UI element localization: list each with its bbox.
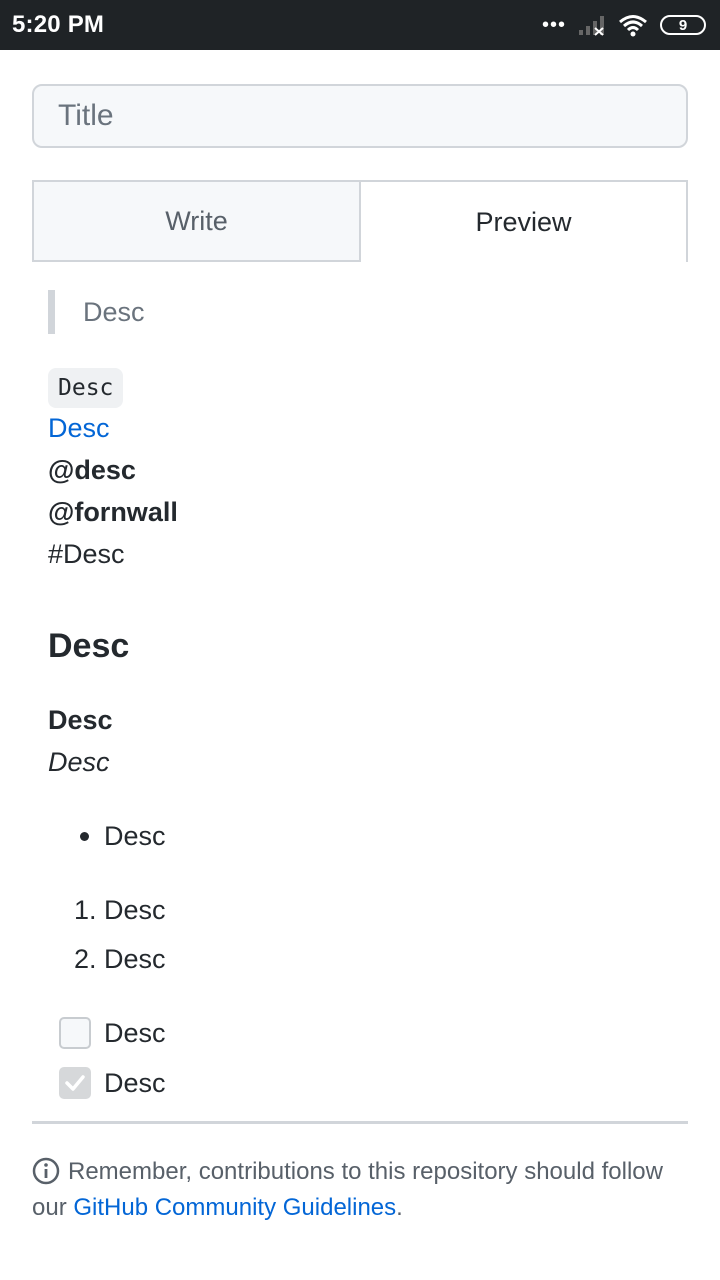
signal-icon	[579, 16, 604, 36]
wifi-icon	[619, 15, 647, 37]
info-icon	[32, 1157, 60, 1185]
mention-fornwall[interactable]: @fornwall	[48, 495, 178, 529]
list-item-marker: 2.	[74, 944, 97, 974]
list-item: Desc	[104, 895, 166, 925]
community-guidelines-note: Remember, contributions to this reposito…	[32, 1154, 688, 1226]
heading: Desc	[48, 627, 130, 665]
task-checkbox-checked[interactable]	[59, 1067, 91, 1099]
title-input[interactable]	[32, 84, 688, 148]
more-dots-icon: •••	[541, 14, 566, 36]
tab-write[interactable]: Write	[32, 180, 361, 262]
inline-code: Desc	[48, 368, 124, 408]
task-item: Desc	[104, 1068, 166, 1098]
check-icon	[65, 1075, 85, 1091]
editor-tabs: Write Preview	[32, 180, 688, 262]
status-time: 5:20 PM	[12, 11, 105, 38]
bold-text: Desc	[48, 705, 113, 735]
task-item: Desc	[104, 1018, 166, 1048]
hashtag: #Desc	[48, 539, 125, 569]
list-item: Desc	[104, 944, 166, 974]
divider	[32, 1121, 688, 1124]
preview-link[interactable]: Desc	[48, 411, 110, 445]
status-bar: 5:20 PM ••• 9	[0, 0, 720, 50]
task-checkbox-unchecked[interactable]	[59, 1017, 91, 1049]
list-item-marker: 1.	[74, 895, 97, 925]
footer-end: .	[396, 1194, 403, 1221]
tab-preview[interactable]: Preview	[361, 180, 688, 262]
blockquote: Desc	[48, 290, 145, 334]
list-item: Desc	[104, 821, 166, 851]
battery-level: 9	[678, 16, 688, 34]
community-guidelines-link[interactable]: GitHub Community Guidelines	[73, 1194, 396, 1221]
status-icons: ••• 9	[542, 13, 706, 37]
battery-icon: 9	[660, 15, 706, 35]
mention-desc[interactable]: @desc	[48, 453, 136, 487]
italic-text: Desc	[48, 747, 110, 777]
bullet-marker	[80, 832, 89, 841]
